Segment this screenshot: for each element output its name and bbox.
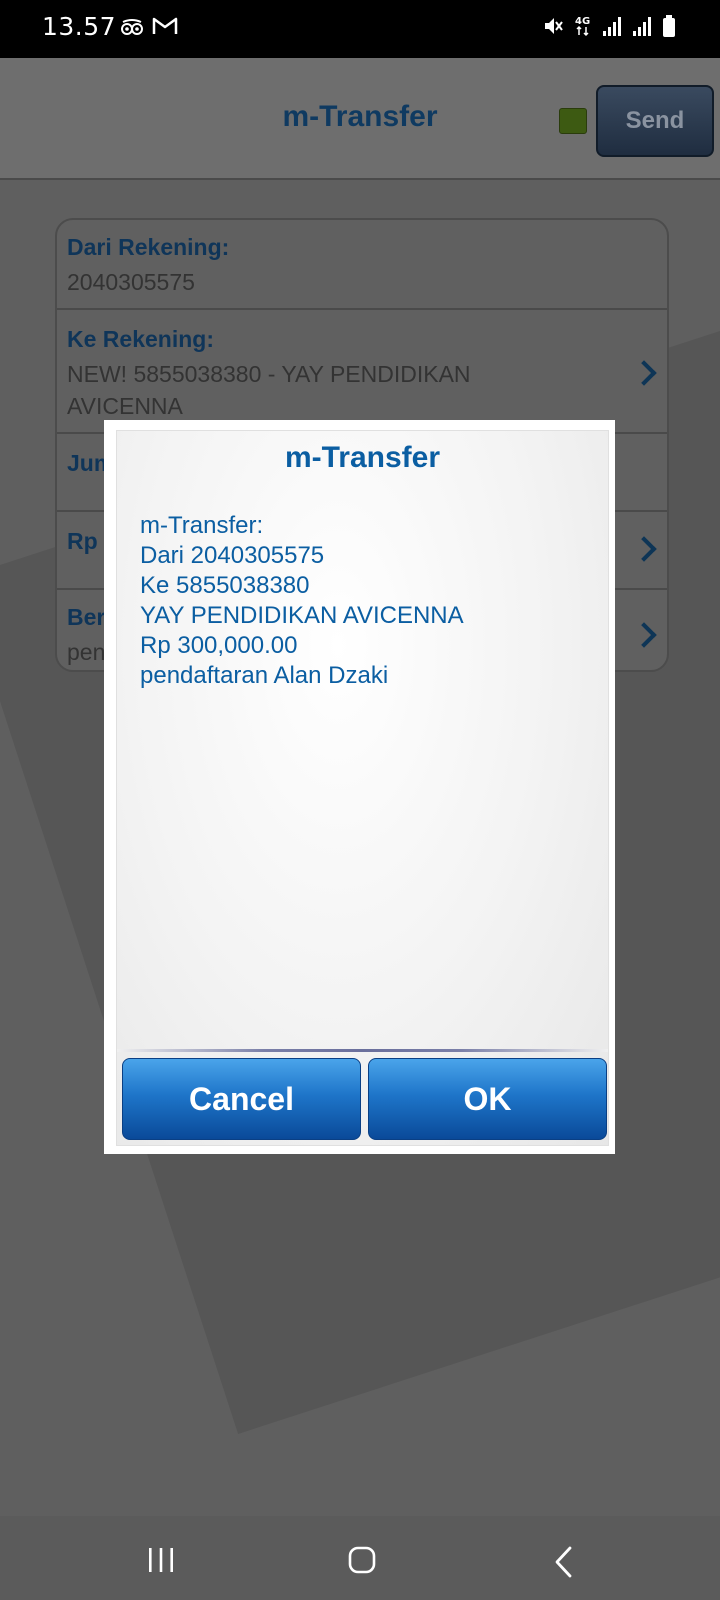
dialog-title: m-Transfer [284,441,441,474]
row-value-line2: AVICENNA [67,393,183,419]
row-label: Ke Rekening: [67,326,214,352]
recent-apps-icon[interactable] [146,1546,176,1574]
chevron-right-icon [631,622,657,648]
signal-icon [603,17,621,36]
dialog-body: m-Transfer m-Transfer: Dari 2040305575 K… [116,430,609,1146]
tripadvisor-icon [121,19,143,35]
gmail-icon [152,17,178,34]
dialog-message: m-Transfer: Dari 2040305575 Ke 585503838… [140,511,464,691]
chevron-right-icon [631,536,657,562]
status-bar: 13.57 4G [0,0,720,58]
row-label: Ber [67,604,106,630]
row-value: pen [67,639,106,665]
row-value: 2040305575 [67,269,195,295]
status-indicator [559,108,587,134]
status-left-icons [120,16,178,38]
message-line: pendaftaran Alan Dzaki [140,662,389,689]
battery-icon [663,15,675,37]
mute-icon [545,18,563,34]
form-row-destination-account[interactable]: Ke Rekening: NEW! 5855038380 - YAY PENDI… [57,310,667,434]
confirmation-dialog: m-Transfer m-Transfer: Dari 2040305575 K… [104,420,615,1154]
row-label: Rp [67,528,98,554]
row-value-line1: NEW! 5855038380 - YAY PENDIDIKAN [67,361,471,387]
status-right-icons: 4G [542,14,676,38]
message-line: Ke 5855038380 [140,572,310,599]
app-header: m-Transfer Send [0,58,720,180]
signal-icon [633,17,651,36]
form-row-source-account[interactable]: Dari Rekening: 2040305575 [57,220,667,310]
ok-button[interactable]: OK [368,1058,607,1140]
svg-text:4G: 4G [575,16,590,27]
dialog-divider [117,1049,608,1052]
message-line: YAY PENDIDIKAN AVICENNA [140,602,464,629]
4g-icon: 4G [575,16,590,37]
message-line: Rp 300,000.00 [140,632,298,659]
back-icon[interactable] [552,1546,576,1578]
row-label: Dari Rekening: [67,234,230,260]
navigation-bar [0,1516,720,1600]
chevron-right-icon [631,360,657,386]
cancel-button[interactable]: Cancel [122,1058,361,1140]
message-line: Dari 2040305575 [140,542,325,569]
send-button[interactable]: Send [596,85,714,157]
home-icon[interactable] [347,1546,377,1574]
status-time: 13.57 [42,12,117,41]
message-line: m-Transfer: [140,512,264,539]
